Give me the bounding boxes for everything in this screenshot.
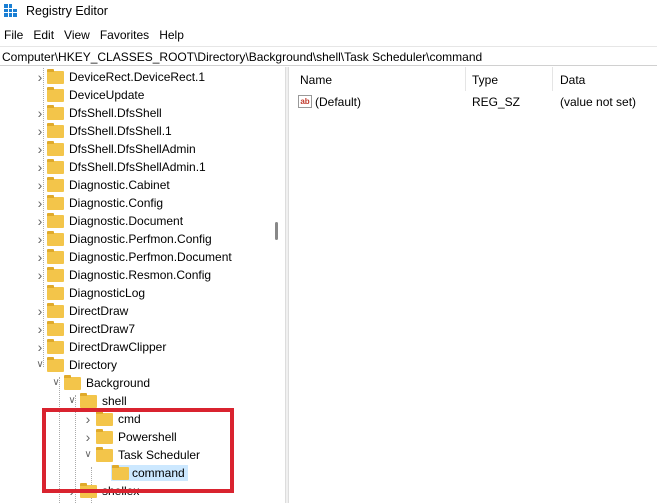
chevron-right-icon[interactable]: › <box>35 70 45 84</box>
folder-icon <box>47 357 64 372</box>
chevron-down-icon[interactable]: ∨ <box>35 360 45 370</box>
tree-item[interactable]: › DeviceRect.DeviceRect.1 <box>0 68 270 86</box>
folder-icon <box>47 303 64 318</box>
tree-item[interactable]: › DirectDraw7 <box>0 320 270 338</box>
tree-item-label: DiagnosticLog <box>69 286 146 300</box>
folder-icon <box>47 249 64 264</box>
folder-icon <box>47 177 64 192</box>
tree-item[interactable]: › Diagnostic.Perfmon.Document <box>0 248 270 266</box>
chevron-right-icon[interactable]: › <box>35 322 45 336</box>
menu-file[interactable]: File <box>0 26 29 44</box>
chevron-right-icon[interactable]: › <box>35 142 45 156</box>
tree-item-label: Diagnostic.Perfmon.Document <box>69 250 232 264</box>
value-name: (Default) <box>315 95 362 109</box>
folder-icon <box>47 123 64 138</box>
menu-edit[interactable]: Edit <box>29 26 60 44</box>
tree-item[interactable]: › Diagnostic.Config <box>0 194 270 212</box>
tree-item-label: shell <box>102 394 127 408</box>
tree-item[interactable]: DeviceUpdate <box>0 86 270 104</box>
column-divider[interactable] <box>552 67 553 91</box>
chevron-right-icon[interactable]: › <box>35 232 45 246</box>
chevron-down-icon[interactable]: ∨ <box>67 396 77 406</box>
scrollbar-thumb[interactable] <box>275 222 278 240</box>
tree-item-label: DfsShell.DfsShell.1 <box>69 124 172 138</box>
menu-bar: File Edit View Favorites Help <box>0 26 190 44</box>
menu-favorites[interactable]: Favorites <box>96 26 155 44</box>
column-header-name[interactable]: Name <box>300 73 332 87</box>
chevron-right-icon[interactable]: › <box>35 340 45 354</box>
folder-icon <box>47 87 64 102</box>
column-divider[interactable] <box>465 67 466 91</box>
title-bar: Registry Editor <box>0 0 657 22</box>
tree-item[interactable]: › Diagnostic.Resmon.Config <box>0 266 270 284</box>
chevron-right-icon[interactable]: › <box>35 160 45 174</box>
window-title: Registry Editor <box>26 4 108 18</box>
folder-icon <box>64 375 81 390</box>
tree-item-label: DeviceRect.DeviceRect.1 <box>69 70 206 84</box>
registry-editor-icon <box>4 4 17 17</box>
tree-item[interactable]: › DfsShell.DfsShell.1 <box>0 122 270 140</box>
chevron-right-icon[interactable]: › <box>35 250 45 264</box>
tree-item[interactable]: ∨ Background <box>0 374 270 392</box>
tree-scrollbar[interactable] <box>270 67 284 503</box>
folder-icon <box>112 465 129 480</box>
value-data: (value not set) <box>560 95 637 109</box>
column-header-type[interactable]: Type <box>472 73 498 87</box>
folder-icon <box>47 141 64 156</box>
tree-item[interactable]: DiagnosticLog <box>0 284 270 302</box>
chevron-right-icon[interactable]: › <box>35 124 45 138</box>
tree-item-label: Diagnostic.Config <box>69 196 164 210</box>
tree-item[interactable]: ∨ Directory <box>0 356 270 374</box>
chevron-right-icon[interactable]: › <box>35 214 45 228</box>
chevron-right-icon[interactable]: › <box>35 178 45 192</box>
string-value-icon: ab <box>298 95 312 108</box>
folder-icon <box>80 393 97 408</box>
values-list: Name Type Data ab (Default) REG_SZ (valu… <box>290 67 657 503</box>
column-header-data[interactable]: Data <box>560 73 585 87</box>
tree-item[interactable]: › DirectDraw <box>0 302 270 320</box>
folder-icon <box>47 105 64 120</box>
folder-icon <box>47 213 64 228</box>
tree-item-label: Diagnostic.Resmon.Config <box>69 268 212 282</box>
chevron-right-icon[interactable]: › <box>35 196 45 210</box>
folder-icon <box>47 321 64 336</box>
address-bar[interactable]: Computer\HKEY_CLASSES_ROOT\Directory\Bac… <box>0 46 657 66</box>
chevron-down-icon[interactable]: ∨ <box>51 378 61 388</box>
folder-icon <box>47 339 64 354</box>
tree-item-label: Diagnostic.Cabinet <box>69 178 170 192</box>
tree-item-label: DfsShell.DfsShellAdmin.1 <box>69 160 206 174</box>
tree-item-label: DfsShell.DfsShell <box>69 106 162 120</box>
tree-item[interactable]: › Diagnostic.Document <box>0 212 270 230</box>
tree-item-label: Directory <box>69 358 118 372</box>
tree-item-label: DfsShell.DfsShellAdmin <box>69 142 196 156</box>
folder-icon <box>47 159 64 174</box>
tree-item[interactable]: › DfsShell.DfsShellAdmin.1 <box>0 158 270 176</box>
chevron-right-icon[interactable]: › <box>35 304 45 318</box>
folder-icon <box>47 195 64 210</box>
highlight-box <box>42 408 234 493</box>
tree-item[interactable]: › DirectDrawClipper <box>0 338 270 356</box>
folder-icon <box>47 231 64 246</box>
tree-item-label: Background <box>86 376 151 390</box>
tree-item-label: Diagnostic.Document <box>69 214 184 228</box>
folder-icon <box>47 69 64 84</box>
tree-item[interactable]: › Diagnostic.Perfmon.Config <box>0 230 270 248</box>
value-type: REG_SZ <box>472 95 521 109</box>
pane-splitter[interactable] <box>285 67 289 503</box>
folder-icon <box>47 285 64 300</box>
tree-item[interactable]: › DfsShell.DfsShellAdmin <box>0 140 270 158</box>
tree-item-label: DeviceUpdate <box>69 88 145 102</box>
menu-help[interactable]: Help <box>155 26 190 44</box>
tree-item[interactable]: › Diagnostic.Cabinet <box>0 176 270 194</box>
chevron-right-icon[interactable]: › <box>35 106 45 120</box>
tree-item-label: Diagnostic.Perfmon.Config <box>69 232 212 246</box>
tree-item[interactable]: › DfsShell.DfsShell <box>0 104 270 122</box>
tree-item-label: DirectDraw <box>69 304 129 318</box>
folder-icon <box>47 267 64 282</box>
chevron-right-icon[interactable]: › <box>35 268 45 282</box>
tree-item-label: DirectDraw7 <box>69 322 136 336</box>
menu-view[interactable]: View <box>60 26 96 44</box>
tree-item-label: DirectDrawClipper <box>69 340 167 354</box>
